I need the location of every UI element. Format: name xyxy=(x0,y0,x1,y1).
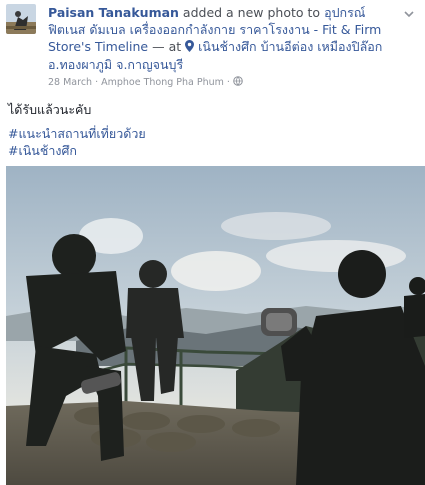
avatar[interactable] xyxy=(6,4,36,34)
map-pin-icon xyxy=(185,39,195,56)
post-meta: 28 March · Amphoe Thong Pha Phum · xyxy=(48,76,243,89)
post-text: ได้รับแล้วนะคับ xyxy=(8,102,92,117)
chevron-down-icon[interactable] xyxy=(403,5,415,18)
hashtag-link[interactable]: #เนินช้างศึก xyxy=(8,142,408,159)
feed-post: Paisan Tanakuman added a new photo to อุ… xyxy=(0,0,425,485)
post-photo[interactable] xyxy=(6,166,425,485)
author-name[interactable]: Paisan Tanakuman xyxy=(48,5,179,20)
post-date[interactable]: 28 March xyxy=(48,77,92,88)
globe-icon[interactable] xyxy=(233,76,243,89)
meta-separator: · xyxy=(226,77,230,88)
post-action: added a new photo to xyxy=(182,5,321,20)
post-place[interactable]: Amphoe Thong Pha Phum xyxy=(101,77,224,88)
post-body: ได้รับแล้วนะคับ #แนะนำสถานที่เที่ยวด้วย … xyxy=(8,101,408,159)
hashtag-link[interactable]: #แนะนำสถานที่เที่ยวด้วย xyxy=(8,125,408,142)
at-label: — at xyxy=(152,39,182,54)
meta-separator: · xyxy=(95,77,99,88)
post-header: Paisan Tanakuman added a new photo to อุ… xyxy=(48,4,398,73)
